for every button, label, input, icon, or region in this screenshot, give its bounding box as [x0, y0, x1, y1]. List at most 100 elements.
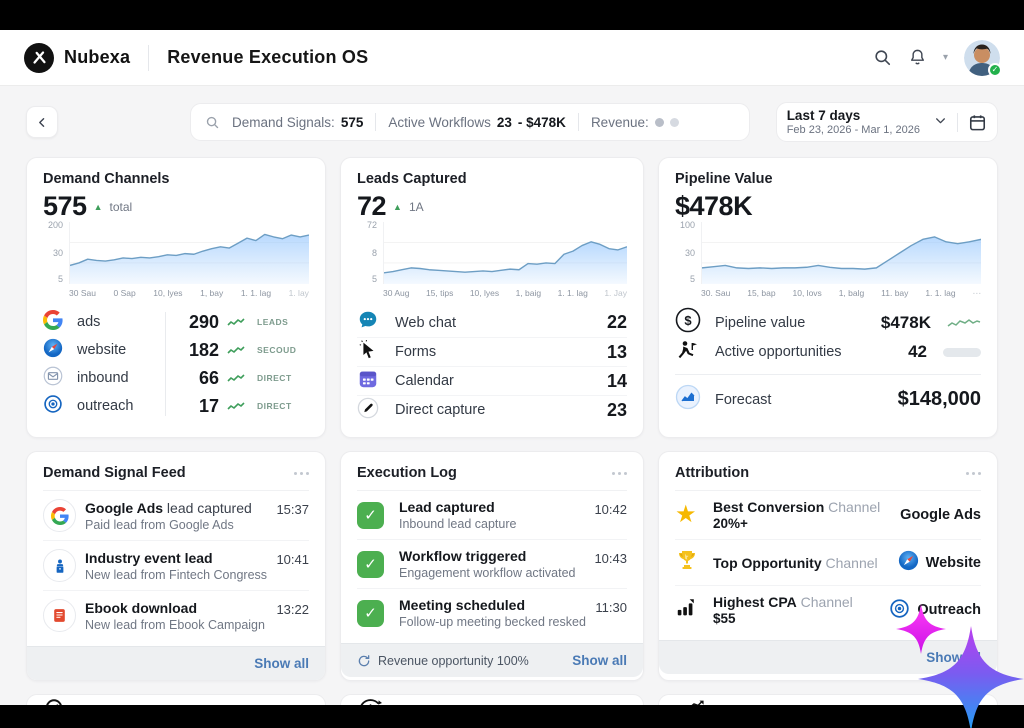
card-execution-log: Execution Log ✓ Lead captured Inbound le… [340, 451, 644, 681]
header-divider [148, 45, 149, 71]
card-title: Pipeline Value [675, 171, 981, 187]
log-item-lead-captured[interactable]: ✓ Lead captured Inbound lead capture 10:… [357, 490, 627, 539]
search-icon[interactable] [873, 48, 892, 67]
notifications-bell-icon[interactable] [908, 48, 927, 67]
channel-row-outreach[interactable]: outreach 17 DIRECT [43, 392, 309, 420]
more-menu-icon[interactable] [294, 468, 309, 479]
stat-traceability[interactable]: Traceability 100% [26, 694, 326, 705]
forecast-row[interactable]: Forecast $148,000 [675, 374, 981, 404]
chevron-down-icon [934, 114, 947, 130]
podium-speaker-icon [43, 549, 76, 582]
timestamp: 13:22 [276, 599, 309, 617]
nubexa-logo-icon [24, 43, 54, 73]
more-menu-icon[interactable] [966, 468, 981, 479]
channel-row-ads[interactable]: ads 290 LEADS [43, 308, 309, 336]
more-menu-icon[interactable] [612, 468, 627, 479]
channel-row-website[interactable]: website 182 SECOUD [43, 336, 309, 364]
cursor-icon [357, 339, 387, 366]
website-compass-icon [43, 338, 69, 363]
revenue-opportunity-note: Revenue opportunity 100% [357, 654, 529, 668]
log-item-meeting-scheduled[interactable]: ✓ Meeting scheduled Follow-up meeting be… [357, 588, 627, 637]
active-opportunities-row[interactable]: Active opportunities 42 [675, 337, 981, 367]
chevron-down-icon[interactable]: ▾ [943, 52, 948, 63]
lead-source-forms[interactable]: Forms 13 [357, 337, 627, 366]
checkbox-checked-icon[interactable]: ✓ [357, 600, 384, 627]
pipeline-value-row[interactable]: $ Pipeline value $478K [675, 307, 981, 337]
demand-channels-chart: 200 30 5 [43, 222, 309, 284]
outreach-target-icon [43, 394, 69, 419]
timestamp: 10:42 [594, 499, 627, 517]
stat-execution-integrity[interactable]: Execution Integrity 98% [340, 694, 644, 705]
sparkline-icon [227, 345, 249, 356]
card-title: Attribution [675, 465, 749, 481]
cards-grid: Demand Channels 575 ▲ total 200 30 5 30 … [0, 142, 1024, 705]
forecast-chart-icon [675, 384, 707, 415]
trend-up-icon: ▲ [393, 202, 402, 212]
show-all-link[interactable]: Show all [926, 650, 981, 665]
pen-icon [357, 397, 387, 424]
app-header: Nubexa Revenue Execution OS ▾ ✓ [0, 30, 1024, 86]
lead-source-direct-capture[interactable]: Direct capture 23 [357, 395, 627, 424]
calendar-icon [357, 368, 387, 395]
top-letterbox-bar [0, 0, 1024, 30]
attribution-top-opportunity[interactable]: Top Opportunity Channel Website [675, 539, 981, 585]
progress-bar [943, 348, 981, 357]
card-leads-captured: Leads Captured 72 ▲ 1A 72 8 5 30 Aug [340, 157, 644, 438]
feed-item-google-ads[interactable]: Google Ads lead captured Paid lead from … [43, 490, 309, 540]
date-range-label: Last 7 days [787, 108, 920, 123]
channel-row-inbound[interactable]: inbound 66 DIRECT [43, 364, 309, 392]
timestamp: 10:41 [276, 549, 309, 567]
inbound-mail-icon [43, 366, 69, 391]
kpi-active-workflows: Active Workflows23- $478K [388, 115, 566, 130]
ebook-document-icon [43, 599, 76, 632]
checkbox-checked-icon[interactable]: ✓ [357, 551, 384, 578]
card-demand-signal-feed: Demand Signal Feed Google Ads lead captu… [26, 451, 326, 681]
trend-up-icon: ▲ [94, 202, 103, 212]
google-ads-icon [43, 310, 69, 335]
timestamp: 11:30 [595, 597, 627, 615]
online-status-badge: ✓ [988, 63, 1002, 77]
web-chat-icon [357, 309, 387, 336]
attribution-highest-cpa[interactable]: Highest CPA Channel $55 Outreach [675, 585, 981, 634]
metric-total-signals: 575 [43, 191, 87, 222]
sparkline-icon [227, 401, 249, 412]
sparkline-icon [227, 317, 249, 328]
page-title: Revenue Execution OS [167, 47, 368, 68]
lead-source-calendar[interactable]: Calendar 14 [357, 366, 627, 395]
leads-captured-chart: 72 8 5 [357, 222, 627, 284]
date-range-control: Last 7 days Feb 23, 2026 - Mar 1, 2026 [776, 102, 998, 142]
feed-item-industry-event[interactable]: Industry event lead New lead from Fintec… [43, 540, 309, 590]
outreach-target-icon [889, 598, 910, 623]
timestamp: 10:43 [594, 548, 627, 566]
bar-chart-icon [675, 597, 713, 624]
lead-source-web-chat[interactable]: Web chat 22 [357, 308, 627, 337]
feed-item-ebook-download[interactable]: Ebook download New lead from Ebook Campa… [43, 590, 309, 640]
card-title: Leads Captured [357, 171, 627, 187]
kpi-demand-signals: Demand Signals:575 [232, 115, 363, 130]
website-compass-icon [898, 550, 919, 575]
money-chart-icon: $ [675, 697, 705, 705]
dollar-icon: $ [675, 307, 707, 338]
date-range-dropdown[interactable]: Last 7 days Feb 23, 2026 - Mar 1, 2026 [787, 108, 947, 136]
refresh-icon [357, 654, 371, 668]
log-item-workflow-triggered[interactable]: ✓ Workflow triggered Engagement workflow… [357, 539, 627, 588]
stats-toolbar: Demand Signals:575 Active Workflows23- $… [0, 86, 1024, 142]
kpi-summary-pill[interactable]: Demand Signals:575 Active Workflows23- $… [190, 103, 750, 141]
card-demand-channels: Demand Channels 575 ▲ total 200 30 5 30 … [26, 157, 326, 438]
revenue-dot-icon [655, 118, 664, 127]
gear-sync-icon [357, 697, 384, 706]
attribution-best-conversion[interactable]: ★ Best Conversion Channel 20%+ Google Ad… [675, 490, 981, 539]
search-icon [205, 115, 220, 130]
show-all-link[interactable]: Show all [572, 653, 627, 668]
calendar-icon[interactable] [957, 113, 987, 132]
checkbox-checked-icon[interactable]: ✓ [357, 502, 384, 529]
stat-revenue-accountability[interactable]: $ Revenue Accountability 98% [658, 694, 998, 705]
revenue-dot-icon [670, 118, 679, 127]
user-avatar[interactable]: ✓ [964, 40, 1000, 76]
date-range-value: Feb 23, 2026 - Mar 1, 2026 [787, 124, 920, 136]
metric-pipeline-value: $478K [675, 191, 752, 222]
show-all-link[interactable]: Show all [254, 656, 309, 671]
card-title: Demand Signal Feed [43, 465, 186, 481]
back-button[interactable] [26, 106, 58, 138]
card-attribution: Attribution ★ Best Conversion Channel 20… [658, 451, 998, 681]
